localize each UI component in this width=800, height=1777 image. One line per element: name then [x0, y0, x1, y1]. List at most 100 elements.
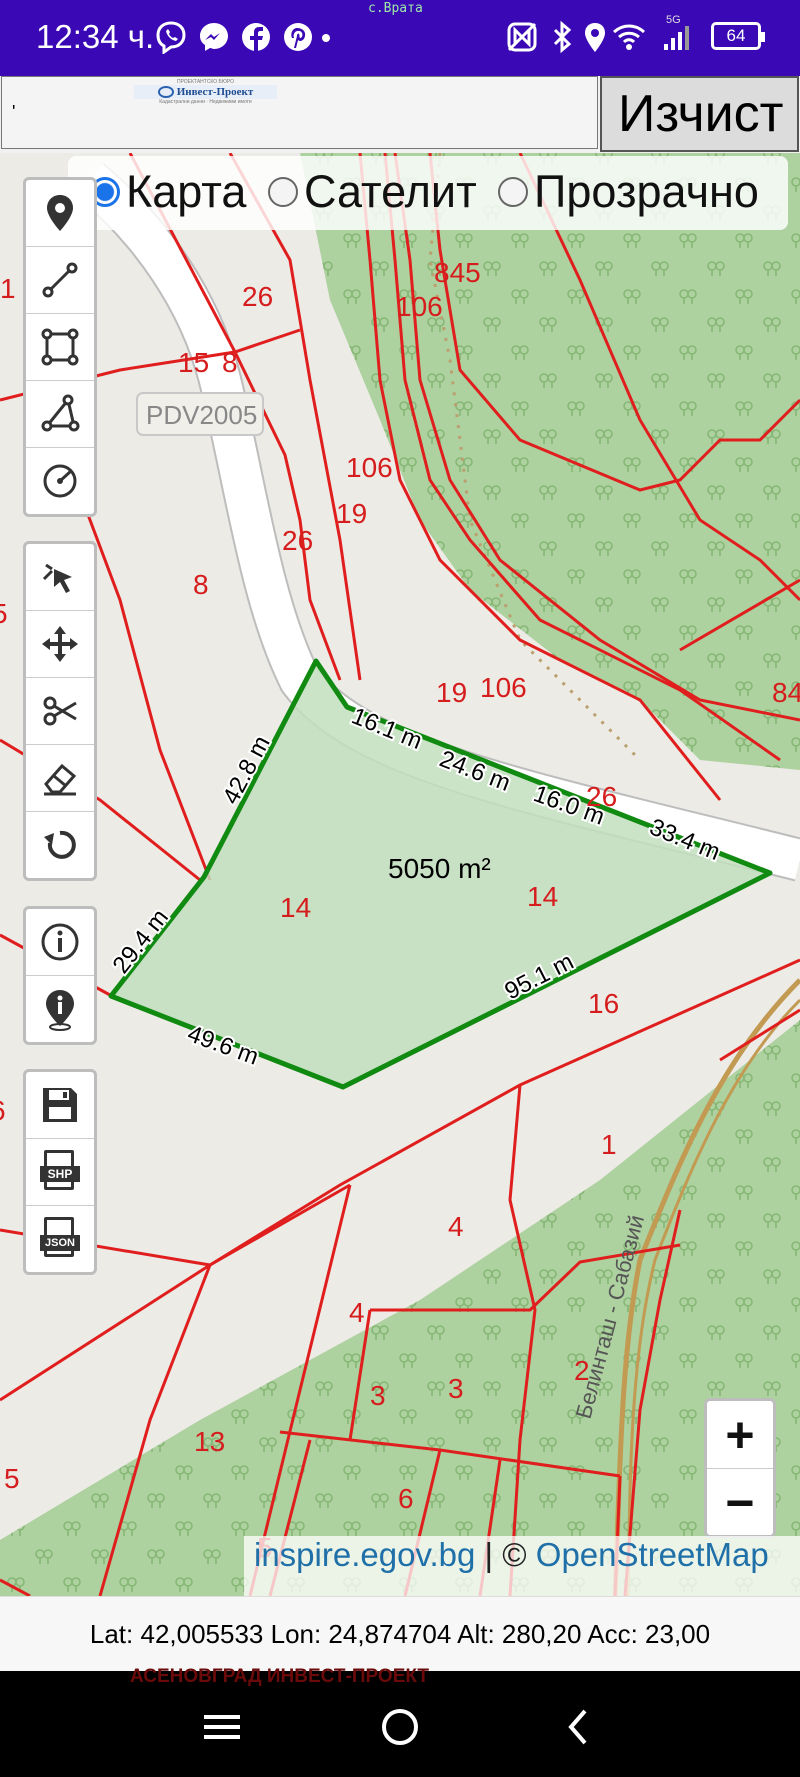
shp-file-icon: SHP — [40, 1150, 80, 1194]
rectangle-tool-button[interactable] — [26, 314, 94, 381]
select-tool-button[interactable] — [26, 544, 94, 611]
parcel-number: 4 — [349, 1297, 365, 1328]
parcel-number: 15 — [178, 347, 209, 378]
status-place-label: с.Врата — [368, 1, 423, 16]
coordinates-bar: Lat: 42,005533 Lon: 24,874704 Alt: 280,2… — [0, 1596, 800, 1672]
parcel-number: 5 — [0, 598, 8, 629]
map-canvas[interactable]: 16.1 m 24.6 m 16.0 m 33.4 m 95.1 m 49.6 … — [0, 153, 800, 1596]
polygon-icon — [41, 394, 80, 432]
line-tool-button[interactable] — [26, 247, 94, 314]
top-bar: ПРОЕКТАНТСКО БЮРО Инвест-Проект Кадастра… — [0, 76, 800, 153]
attribution-separator: | © — [475, 1536, 536, 1573]
company-logo: ПРОЕКТАНТСКО БЮРО Инвест-Проект Кадастра… — [134, 79, 277, 107]
address-input[interactable] — [1, 76, 598, 149]
back-chevron-icon — [568, 1709, 587, 1745]
parcel-number: 6 — [398, 1483, 414, 1514]
eraser-tool-button[interactable] — [26, 745, 94, 812]
json-export-button[interactable]: JSON — [26, 1206, 94, 1272]
marker-tool-button[interactable] — [26, 180, 94, 247]
undo-icon — [44, 830, 76, 859]
map-marker-icon — [47, 195, 73, 231]
save-tool-button[interactable] — [26, 1072, 94, 1139]
inspire-link[interactable]: inspire.egov.bg — [254, 1536, 475, 1573]
circle-tool-button[interactable] — [26, 448, 94, 514]
move-tool-button[interactable] — [26, 611, 94, 678]
json-label: JSON — [40, 1235, 80, 1251]
layer-option-map[interactable]: Карта — [90, 162, 246, 222]
parcel-number: 2 — [574, 1355, 590, 1386]
info-tool-button[interactable] — [26, 909, 94, 976]
footer-watermark: АСЕНОВГРАД ИНВЕСТ-ПРОЕКТ — [130, 1666, 430, 1687]
parcel-number: 26 — [282, 525, 313, 556]
wifi-icon — [613, 24, 645, 50]
rectangle-icon — [41, 328, 79, 366]
draw-toolbar — [23, 177, 97, 517]
status-bar: 12:34 ч. с.Врата 5G 64 — [0, 0, 800, 76]
menu-lines-icon — [204, 1715, 240, 1739]
battery-level: 64 — [726, 26, 746, 45]
back-button[interactable] — [538, 1697, 618, 1757]
zoom-out-button[interactable]: − — [707, 1469, 773, 1536]
map-attribution: inspire.egov.bg | © OpenStreetMap — [244, 1536, 800, 1596]
clear-button[interactable]: Изчист — [600, 76, 799, 152]
edit-toolbar — [23, 541, 97, 881]
cursor-select-icon — [42, 563, 72, 593]
key-icon — [157, 86, 174, 98]
shp-export-button[interactable]: SHP — [26, 1139, 94, 1206]
messenger-icon — [200, 23, 228, 51]
parcel-number: 6 — [0, 1095, 6, 1126]
parcel-number: 845 — [434, 257, 481, 288]
json-file-icon: JSON — [40, 1217, 80, 1261]
zoom-in-button[interactable]: + — [707, 1401, 773, 1469]
layer-switcher: Карта Сателит Прозрачно — [68, 156, 788, 230]
parcel-number: 1 — [601, 1129, 617, 1160]
layer-option-satellite[interactable]: Сателит — [268, 162, 477, 222]
parcel-number: 26 — [586, 781, 617, 812]
dot-icon — [322, 34, 330, 42]
battery-icon: 64 — [711, 22, 765, 50]
polyline-icon — [42, 262, 78, 298]
bluetooth-icon — [553, 20, 572, 54]
parcel-number: 3 — [448, 1373, 464, 1404]
parcel-number: 8 — [193, 569, 209, 600]
signal-icon — [664, 26, 689, 50]
polygon-tool-button[interactable] — [26, 381, 94, 448]
parcel-number: 16 — [588, 988, 619, 1019]
location-info-icon — [46, 990, 74, 1031]
osm-link[interactable]: OpenStreetMap — [536, 1536, 769, 1573]
pinterest-icon — [284, 23, 312, 51]
parcel-number: 84 — [772, 677, 800, 708]
parcel-number: 4 — [448, 1211, 464, 1242]
map-view[interactable]: 16.1 m 24.6 m 16.0 m 33.4 m 95.1 m 49.6 … — [0, 153, 800, 1596]
parcel-number: 14 — [280, 892, 311, 923]
recents-button[interactable] — [182, 1697, 262, 1757]
parcel-number: 13 — [194, 1426, 225, 1457]
layer-option-label: Прозрачно — [534, 166, 759, 217]
radio-unselected-icon[interactable] — [268, 177, 298, 207]
logo-text: Инвест-Проект — [176, 86, 254, 98]
layer-option-label: Карта — [126, 166, 247, 217]
home-button[interactable] — [360, 1697, 440, 1757]
location-info-tool-button[interactable] — [26, 976, 94, 1042]
nfc-icon — [507, 22, 537, 52]
coordinates-readout: Lat: 42,005533 Lon: 24,874704 Alt: 280,2… — [89, 1619, 711, 1649]
info-toolbar — [23, 906, 97, 1045]
parcel-number: 19 — [336, 498, 367, 529]
radio-unselected-icon[interactable] — [498, 177, 528, 207]
location-icon — [585, 23, 605, 52]
undo-tool-button[interactable] — [26, 812, 94, 878]
layer-option-transparent[interactable]: Прозрачно — [498, 162, 759, 222]
cut-tool-button[interactable] — [26, 678, 94, 745]
parcel-number: 19 — [436, 677, 467, 708]
parcel-number: 14 — [527, 881, 558, 912]
area-label: 5050 m² — [388, 853, 491, 884]
parcel-number: 106 — [396, 291, 443, 322]
parcel-number: 5 — [4, 1463, 20, 1494]
move-arrows-icon — [42, 626, 78, 662]
circle-icon — [43, 464, 77, 498]
scissors-icon — [43, 696, 77, 726]
shp-label: SHP — [40, 1166, 80, 1182]
home-circle-icon — [382, 1709, 418, 1745]
status-time: 12:34 ч. — [36, 18, 155, 55]
info-icon — [41, 923, 79, 961]
